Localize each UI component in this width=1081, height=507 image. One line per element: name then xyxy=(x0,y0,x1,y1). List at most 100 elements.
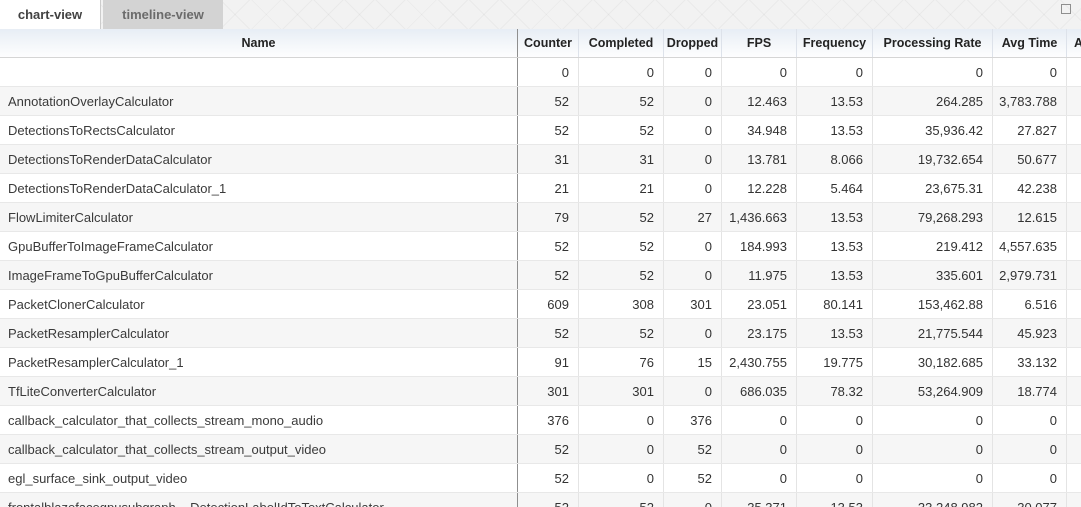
row-name-cell xyxy=(0,58,518,86)
cell-processing-rate: 23,675.31 xyxy=(873,174,993,202)
cell-fps: 23.175 xyxy=(722,319,797,347)
row-name-cell: PacketClonerCalculator xyxy=(0,290,518,318)
cell-processing-rate: 219.412 xyxy=(873,232,993,260)
row-name-cell: frontalblazefacegpusubgraph__DetectionLa… xyxy=(0,493,518,507)
cell-overflow-column xyxy=(1067,493,1081,507)
column-header-completed: Completed xyxy=(579,29,664,57)
cell-dropped: 0 xyxy=(664,87,722,115)
cell-counter: 21 xyxy=(518,174,579,202)
table-row: AnnotationOverlayCalculator5252012.46313… xyxy=(0,87,1081,116)
cell-frequency: 0 xyxy=(797,406,873,434)
row-name-cell: DetectionsToRenderDataCalculator_1 xyxy=(0,174,518,202)
table-header-row: NameCounterCompletedDroppedFPSFrequencyP… xyxy=(0,29,1081,58)
cell-fps: 184.993 xyxy=(722,232,797,260)
cell-frequency: 13.53 xyxy=(797,261,873,289)
cell-frequency: 0 xyxy=(797,435,873,463)
cell-avg-time: 0 xyxy=(993,58,1067,86)
cell-fps: 23.051 xyxy=(722,290,797,318)
cell-frequency: 13.53 xyxy=(797,203,873,231)
cell-counter: 52 xyxy=(518,319,579,347)
cell-avg-time: 0 xyxy=(993,435,1067,463)
cell-completed: 52 xyxy=(579,87,664,115)
table-row: callback_calculator_that_collects_stream… xyxy=(0,406,1081,435)
cell-avg-time: 30.077 xyxy=(993,493,1067,507)
cell-frequency: 13.53 xyxy=(797,87,873,115)
cell-processing-rate: 53,264.909 xyxy=(873,377,993,405)
table-row: frontalblazefacegpusubgraph__DetectionLa… xyxy=(0,493,1081,507)
cell-dropped: 0 xyxy=(664,145,722,173)
tab-chart-view[interactable]: chart-view xyxy=(0,0,101,29)
row-name-cell: DetectionsToRenderDataCalculator xyxy=(0,145,518,173)
cell-overflow-column xyxy=(1067,87,1081,115)
cell-processing-rate: 30,182.685 xyxy=(873,348,993,376)
table-row: TfLiteConverterCalculator3013010686.0357… xyxy=(0,377,1081,406)
cell-avg-time: 33.132 xyxy=(993,348,1067,376)
cell-counter: 52 xyxy=(518,261,579,289)
cell-avg-time: 0 xyxy=(993,464,1067,492)
cell-completed: 52 xyxy=(579,319,664,347)
table-row: PacketClonerCalculator60930830123.05180.… xyxy=(0,290,1081,319)
cell-completed: 76 xyxy=(579,348,664,376)
tab-chart-view-label: chart-view xyxy=(18,7,82,22)
cell-processing-rate: 35,936.42 xyxy=(873,116,993,144)
table-row: 0000000 xyxy=(0,58,1081,87)
table-row: callback_calculator_that_collects_stream… xyxy=(0,435,1081,464)
cell-completed: 52 xyxy=(579,261,664,289)
cell-dropped: 0 xyxy=(664,493,722,507)
column-header-name: Name xyxy=(0,29,518,57)
cell-overflow-column xyxy=(1067,203,1081,231)
cell-counter: 301 xyxy=(518,377,579,405)
cell-completed: 0 xyxy=(579,435,664,463)
cell-frequency: 8.066 xyxy=(797,145,873,173)
cell-dropped: 52 xyxy=(664,464,722,492)
cell-fps: 0 xyxy=(722,464,797,492)
row-name-cell: AnnotationOverlayCalculator xyxy=(0,87,518,115)
cell-processing-rate: 19,732.654 xyxy=(873,145,993,173)
tab-timeline-view[interactable]: timeline-view xyxy=(103,0,223,29)
cell-counter: 52 xyxy=(518,232,579,260)
cell-overflow-column xyxy=(1067,116,1081,144)
cell-fps: 12.463 xyxy=(722,87,797,115)
cell-processing-rate: 79,268.293 xyxy=(873,203,993,231)
cell-fps: 686.035 xyxy=(722,377,797,405)
tab-timeline-view-label: timeline-view xyxy=(122,7,204,22)
cell-counter: 609 xyxy=(518,290,579,318)
row-name-cell: DetectionsToRectsCalculator xyxy=(0,116,518,144)
cell-counter: 0 xyxy=(518,58,579,86)
cell-frequency: 78.32 xyxy=(797,377,873,405)
table-row: PacketResamplerCalculator5252023.17513.5… xyxy=(0,319,1081,348)
table-row: FlowLimiterCalculator7952271,436.66313.5… xyxy=(0,203,1081,232)
cell-dropped: 0 xyxy=(664,261,722,289)
row-name-cell: PacketResamplerCalculator xyxy=(0,319,518,347)
cell-frequency: 13.53 xyxy=(797,493,873,507)
column-header-processing-rate: Processing Rate xyxy=(873,29,993,57)
cell-avg-time: 3,783.788 xyxy=(993,87,1067,115)
cell-completed: 52 xyxy=(579,116,664,144)
cell-dropped: 52 xyxy=(664,435,722,463)
cell-frequency: 13.53 xyxy=(797,232,873,260)
cell-processing-rate: 0 xyxy=(873,58,993,86)
cell-fps: 1,436.663 xyxy=(722,203,797,231)
row-name-cell: PacketResamplerCalculator_1 xyxy=(0,348,518,376)
cell-frequency: 0 xyxy=(797,464,873,492)
column-header-dropped: Dropped xyxy=(664,29,722,57)
row-name-cell: callback_calculator_that_collects_stream… xyxy=(0,435,518,463)
cell-counter: 52 xyxy=(518,493,579,507)
cell-overflow-column xyxy=(1067,174,1081,202)
cell-avg-time: 42.238 xyxy=(993,174,1067,202)
cell-fps: 34.948 xyxy=(722,116,797,144)
cell-processing-rate: 33,248.982 xyxy=(873,493,993,507)
cell-completed: 52 xyxy=(579,493,664,507)
cell-fps: 0 xyxy=(722,406,797,434)
maximize-icon[interactable] xyxy=(1061,4,1071,14)
stats-table: NameCounterCompletedDroppedFPSFrequencyP… xyxy=(0,29,1081,507)
cell-avg-time: 18.774 xyxy=(993,377,1067,405)
cell-processing-rate: 153,462.88 xyxy=(873,290,993,318)
cell-frequency: 13.53 xyxy=(797,319,873,347)
cell-dropped: 0 xyxy=(664,58,722,86)
cell-dropped: 0 xyxy=(664,116,722,144)
cell-dropped: 27 xyxy=(664,203,722,231)
cell-processing-rate: 21,775.544 xyxy=(873,319,993,347)
cell-completed: 301 xyxy=(579,377,664,405)
table-row: ImageFrameToGpuBufferCalculator5252011.9… xyxy=(0,261,1081,290)
